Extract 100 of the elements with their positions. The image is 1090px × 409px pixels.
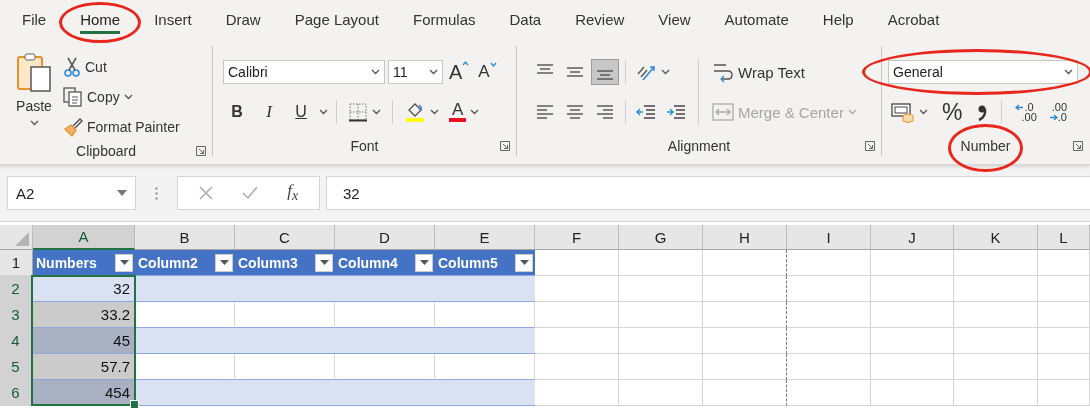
- fill-handle[interactable]: [130, 400, 139, 409]
- filter-button[interactable]: [415, 253, 433, 272]
- caret-down-icon: [117, 190, 127, 196]
- underline-button[interactable]: U: [287, 99, 315, 125]
- chevron-down-icon: [29, 120, 39, 126]
- column-header[interactable]: H: [703, 225, 787, 250]
- row-header[interactable]: 4: [0, 328, 33, 354]
- column-header[interactable]: G: [619, 225, 703, 250]
- decrease-decimal-button[interactable]: .00 .0: [1045, 100, 1071, 124]
- scissors-icon: [63, 57, 81, 77]
- ribbon-tab[interactable]: Data: [492, 0, 559, 38]
- ribbon-tab[interactable]: Page Layout: [277, 0, 396, 38]
- dialog-launcher-icon[interactable]: [1073, 141, 1083, 151]
- caret-up-icon: [462, 60, 470, 66]
- filter-button[interactable]: [515, 253, 533, 272]
- ribbon-tab[interactable]: View: [641, 0, 708, 38]
- table-cell: 57.7: [33, 354, 135, 380]
- caret-down-icon: [219, 260, 229, 265]
- chevron-down-icon: [429, 69, 438, 75]
- percent-style-button[interactable]: %: [937, 98, 968, 126]
- ribbon-tab[interactable]: Formulas: [395, 0, 493, 38]
- chevron-down-icon: [919, 109, 928, 115]
- dialog-launcher-icon[interactable]: [865, 141, 875, 151]
- column-header[interactable]: B: [135, 225, 235, 250]
- borders-icon: [348, 102, 368, 122]
- chevron-down-icon: [470, 109, 480, 115]
- table-cell: 32: [33, 276, 135, 302]
- indent-icon: [666, 103, 686, 121]
- grow-font-button[interactable]: A: [446, 58, 473, 86]
- column-header[interactable]: E: [435, 225, 535, 250]
- row-header[interactable]: 1: [0, 250, 33, 276]
- ribbon-tab[interactable]: Insert: [137, 0, 209, 38]
- chevron-down-icon: [847, 109, 857, 115]
- align-right-icon: [597, 105, 613, 119]
- align-bottom-icon: [597, 70, 613, 80]
- italic-button[interactable]: I: [255, 99, 283, 125]
- caret-down-icon: [489, 62, 497, 67]
- row-header[interactable]: 3: [0, 302, 33, 328]
- column-header[interactable]: C: [235, 225, 335, 250]
- name-box[interactable]: A2: [7, 176, 136, 210]
- ribbon-tab[interactable]: Draw: [208, 0, 278, 38]
- column-title: Column5: [438, 254, 498, 271]
- align-top-icon: [537, 64, 553, 74]
- column-header[interactable]: D: [335, 225, 435, 250]
- paste-button[interactable]: Paste: [10, 50, 58, 142]
- ribbon-tab[interactable]: Acrobat: [870, 0, 957, 38]
- wrap-text-icon: [712, 61, 734, 83]
- ribbon-tab[interactable]: Automate: [707, 0, 806, 38]
- filter-button[interactable]: [115, 253, 133, 272]
- more-options-icon: [155, 186, 158, 200]
- chevron-down-icon: [319, 109, 328, 115]
- column-header[interactable]: L: [1038, 225, 1090, 250]
- filter-button[interactable]: [215, 253, 233, 272]
- column-title: Column3: [238, 254, 298, 271]
- column-header[interactable]: A: [33, 225, 135, 250]
- copy-icon: [63, 87, 83, 107]
- checkmark-icon[interactable]: [241, 186, 258, 200]
- column-header[interactable]: F: [535, 225, 619, 250]
- chevron-down-icon: [123, 94, 133, 100]
- paint-bucket-icon: [404, 101, 426, 123]
- table-cell: 454: [33, 380, 135, 406]
- bold-button[interactable]: B: [223, 99, 251, 125]
- increase-decimal-button[interactable]: .0 .00: [1012, 100, 1040, 124]
- font-size-dropdown[interactable]: 11: [388, 60, 443, 84]
- insert-function-button[interactable]: f$_{x}$: [287, 181, 299, 205]
- column-header[interactable]: J: [871, 225, 954, 250]
- format-painter-button[interactable]: Format Painter: [60, 112, 183, 142]
- column-title: Column4: [338, 254, 398, 271]
- column-title: Numbers: [36, 254, 97, 271]
- table-cell: 45: [33, 328, 135, 354]
- dialog-launcher-icon[interactable]: [196, 146, 206, 156]
- caret-down-icon: [519, 260, 529, 265]
- wrap-text-button[interactable]: Wrap Text: [709, 59, 808, 85]
- align-bottom-button[interactable]: [591, 59, 619, 85]
- merge-cells-icon: [712, 102, 734, 122]
- ribbon-tab[interactable]: File: [5, 0, 64, 38]
- row-header[interactable]: 6: [0, 380, 33, 406]
- font-color-button[interactable]: A: [446, 100, 483, 124]
- cut-button[interactable]: Cut: [60, 52, 183, 82]
- table-cell: 33.2: [33, 302, 135, 328]
- formula-input[interactable]: 32: [326, 176, 1090, 210]
- row-header[interactable]: 2: [0, 276, 33, 302]
- row-header[interactable]: 5: [0, 354, 33, 380]
- chevron-down-icon: [1064, 69, 1073, 75]
- group-label: Clipboard: [76, 143, 136, 159]
- align-middle-icon: [567, 67, 583, 77]
- caret-down-icon: [319, 260, 329, 265]
- right-arrow-icon: [1048, 113, 1058, 121]
- column-header[interactable]: I: [787, 225, 871, 250]
- ribbon-tab[interactable]: Help: [805, 0, 871, 38]
- font-name-dropdown[interactable]: Calibri: [223, 60, 385, 84]
- column-header[interactable]: K: [954, 225, 1038, 250]
- shrink-font-button[interactable]: A: [475, 60, 500, 84]
- dialog-launcher-icon[interactable]: [500, 141, 510, 151]
- copy-button[interactable]: Copy: [60, 82, 183, 112]
- left-arrow-icon: [1015, 103, 1025, 111]
- filter-button[interactable]: [315, 253, 333, 272]
- ribbon-tab[interactable]: Review: [558, 0, 642, 38]
- caret-down-icon: [119, 260, 129, 265]
- number-format-dropdown[interactable]: General: [888, 60, 1078, 84]
